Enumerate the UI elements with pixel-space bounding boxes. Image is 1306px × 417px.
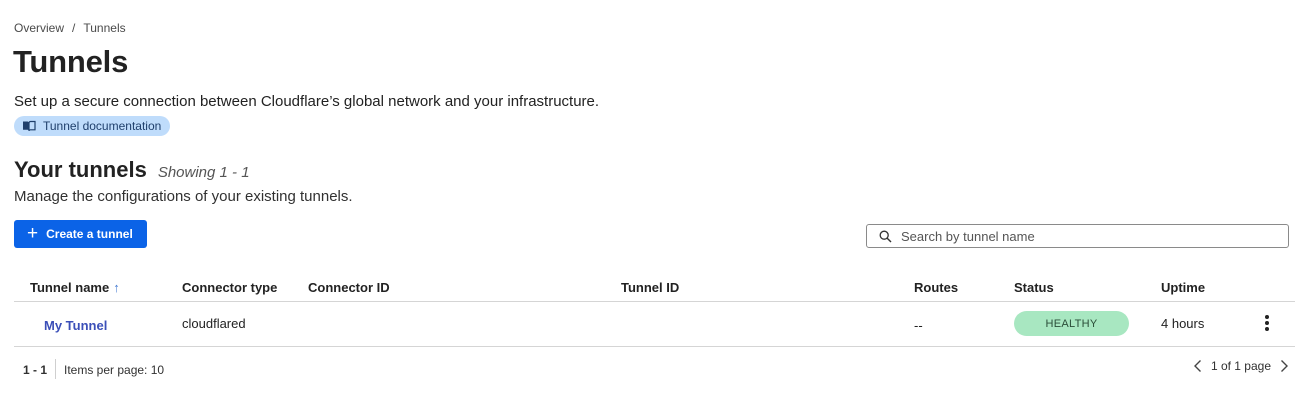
column-tunnel-name[interactable]: Tunnel name ↑: [30, 280, 120, 295]
uptime-cell: 4 hours: [1161, 316, 1205, 331]
pagination-footer: 1 - 1 Items per page: 10 1 of 1 page: [14, 357, 1295, 383]
tunnel-documentation-link[interactable]: Tunnel documentation: [14, 116, 171, 136]
pagination-range: 1 - 1: [23, 363, 48, 377]
search-input[interactable]: [901, 228, 1281, 244]
create-tunnel-label: Create a tunnel: [46, 227, 133, 241]
breadcrumb-separator: /: [72, 21, 76, 35]
section-description: Manage the configurations of your existi…: [14, 188, 353, 205]
create-tunnel-button[interactable]: + Create a tunnel: [14, 220, 147, 248]
tunnel-documentation-label: Tunnel documentation: [43, 119, 162, 133]
pager: 1 of 1 page: [1193, 359, 1289, 373]
plus-icon: +: [27, 222, 39, 244]
table-header: Tunnel name ↑ Connector type Connector ID…: [14, 272, 1295, 302]
column-tunnel-name-label: Tunnel name: [30, 280, 110, 295]
search-box[interactable]: [866, 224, 1289, 248]
chevron-left-icon[interactable]: [1193, 359, 1203, 373]
column-uptime: Uptime: [1161, 280, 1206, 295]
breadcrumb-current: Tunnels: [83, 21, 126, 35]
breadcrumb: Overview / Tunnels: [14, 21, 126, 35]
connector-type-cell: cloudflared: [182, 316, 246, 331]
more-options-icon[interactable]: [1258, 313, 1276, 333]
your-tunnels-heading: Your tunnels: [14, 157, 147, 182]
column-status: Status: [1014, 280, 1054, 295]
tunnel-name-link[interactable]: My Tunnel: [44, 318, 107, 333]
book-icon: [23, 120, 36, 132]
breadcrumb-overview-link[interactable]: Overview: [14, 21, 64, 35]
arrow-up-icon[interactable]: ↑: [113, 280, 120, 295]
status-badge: HEALTHY: [1014, 311, 1129, 336]
table-row: My Tunnel cloudflared -- HEALTHY 4 hours: [14, 302, 1295, 347]
page-title: Tunnels: [13, 44, 129, 79]
showing-count: Showing 1 - 1: [157, 164, 250, 181]
page-info: 1 of 1 page: [1210, 359, 1271, 373]
page-description: Set up a secure connection between Cloud…: [14, 93, 600, 110]
column-tunnel-id: Tunnel ID: [621, 280, 680, 295]
chevron-right-icon[interactable]: [1279, 359, 1289, 373]
column-connector-id: Connector ID: [308, 280, 390, 295]
section-title: Your tunnels Showing 1 - 1: [14, 157, 250, 183]
routes-cell: --: [914, 318, 923, 333]
column-connector-type: Connector type: [182, 280, 278, 295]
search-icon: [879, 230, 892, 242]
column-routes: Routes: [914, 280, 959, 295]
items-per-page-select[interactable]: Items per page: 10: [64, 363, 164, 377]
pagination-divider: [55, 359, 56, 379]
